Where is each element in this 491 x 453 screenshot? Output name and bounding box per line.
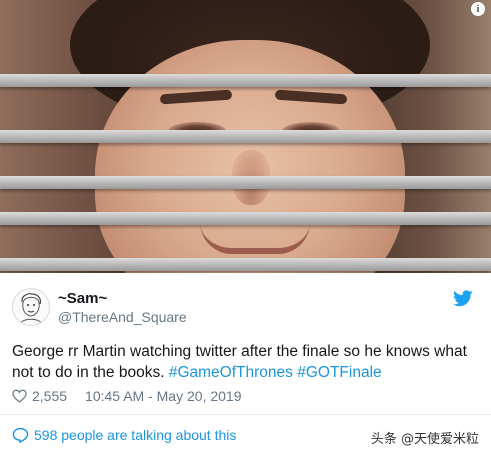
blind-slat	[0, 212, 491, 225]
tweet-card: ~Sam~ @ThereAnd_Square George rr Martin …	[0, 273, 491, 453]
divider	[0, 414, 491, 415]
hashtag-link[interactable]: #GOTFinale	[297, 364, 381, 381]
blind-slat	[0, 74, 491, 87]
speech-bubble-icon	[12, 427, 29, 443]
talking-label: 598 people are talking about this	[34, 427, 237, 443]
user-handle[interactable]: @ThereAnd_Square	[58, 309, 187, 325]
display-name[interactable]: ~Sam~	[58, 290, 107, 307]
blind-slat	[0, 130, 491, 143]
hashtag-link[interactable]: #GameOfThrones	[169, 364, 293, 381]
blind-slat	[0, 258, 491, 271]
photo-mouth	[200, 222, 310, 254]
heart-icon[interactable]	[12, 389, 27, 403]
source-watermark: 头条 @天使爱米粒	[370, 432, 479, 447]
blind-slat	[0, 176, 491, 189]
avatar-sketch-icon	[20, 293, 42, 324]
avatar[interactable]	[12, 288, 50, 326]
talking-link[interactable]: 598 people are talking about this	[12, 427, 236, 443]
tweet-text: George rr Martin watching twitter after …	[12, 341, 482, 383]
bird-icon[interactable]	[453, 290, 473, 307]
info-icon[interactable]: i	[471, 2, 485, 16]
like-count: 2,555	[32, 388, 68, 404]
tweet-meta: 2,555 10:45 AM - May 20, 2019	[12, 388, 241, 404]
tweet-photo[interactable]: i	[0, 0, 491, 273]
tweet-timestamp[interactable]: 10:45 AM - May 20, 2019	[85, 388, 241, 404]
